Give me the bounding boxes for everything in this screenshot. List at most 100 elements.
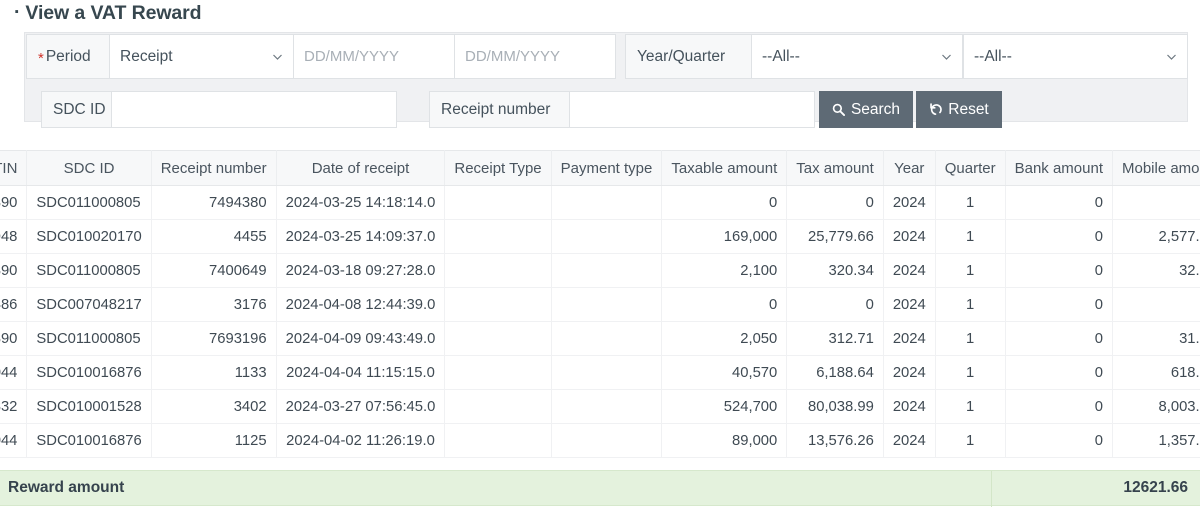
sdc-id-label: SDC ID xyxy=(41,91,112,128)
sdc-id-input[interactable] xyxy=(112,91,397,128)
cell-bank-amount: 0 xyxy=(1004,423,1113,458)
cell-receipt-type xyxy=(444,253,552,288)
cell-bank-amount: 0 xyxy=(1004,389,1113,424)
column-header-sdc-id[interactable]: SDC ID xyxy=(26,150,152,186)
cell-bank-amount: 0 xyxy=(1004,219,1113,254)
year-quarter-label-text: Year/Quarter xyxy=(637,47,726,65)
cell-receipt-number: 3402 xyxy=(150,389,277,424)
cell-mobile-amount xyxy=(1111,185,1200,220)
cell-bank-amount: 0 xyxy=(1004,355,1113,390)
cell-tin: 6044 xyxy=(0,423,28,458)
table-row[interactable]: 3948SDC01002017044552024-03-25 14:09:37.… xyxy=(0,219,1200,254)
period-type-select[interactable]: Receipt xyxy=(110,34,294,79)
reward-amount-value: 12621.66 xyxy=(1123,479,1188,496)
cell-taxable-amount: 40,570 xyxy=(661,355,788,390)
cell-taxable-amount: 169,000 xyxy=(661,219,788,254)
search-button[interactable]: Search xyxy=(819,91,913,128)
search-button-label: Search xyxy=(850,100,901,118)
cell-tax-amount: 312.71 xyxy=(786,321,884,356)
cell-tin: 7390 xyxy=(0,253,28,288)
table-row[interactable]: 9832SDC01000152834022024-03-27 07:56:45.… xyxy=(0,389,1200,424)
period-label: * Period xyxy=(26,34,110,79)
cell-taxable-amount: 524,700 xyxy=(661,389,788,424)
page-title-text: View a VAT Reward xyxy=(25,1,202,24)
cell-sdc-id: SDC007048217 xyxy=(26,287,152,322)
cell-taxable-amount: 2,100 xyxy=(661,253,788,288)
cell-sdc-id: SDC011000805 xyxy=(26,321,152,356)
reward-amount-label: Reward amount xyxy=(8,479,125,496)
column-header-tax-amount[interactable]: Tax amount xyxy=(786,150,884,186)
chevron-down-icon xyxy=(941,51,952,62)
receipt-number-input[interactable] xyxy=(570,91,815,128)
column-header-date-of-receipt[interactable]: Date of receipt xyxy=(275,150,446,186)
cell-quarter: 1 xyxy=(934,355,1006,390)
search-filter-panel: * Period Receipt Year/Quarter --All-- --… xyxy=(24,32,1188,128)
column-header-taxpayer-tin[interactable]: er TIN xyxy=(0,150,28,186)
reset-button-label: Reset xyxy=(948,100,989,118)
cell-date-of-receipt: 2024-04-04 11:15:15.0 xyxy=(275,355,446,390)
cell-tax-amount: 320.34 xyxy=(786,253,884,288)
cell-date-of-receipt: 2024-04-08 12:44:39.0 xyxy=(275,287,446,322)
cell-tax-amount: 25,779.66 xyxy=(786,219,884,254)
column-header-receipt-number[interactable]: Receipt number xyxy=(150,150,277,186)
cell-date-of-receipt: 2024-03-27 07:56:45.0 xyxy=(275,389,446,424)
cell-receipt-type xyxy=(444,321,552,356)
cell-tax-amount: 0 xyxy=(786,185,884,220)
cell-payment-type xyxy=(550,219,663,254)
cell-quarter: 1 xyxy=(934,287,1006,322)
cell-payment-type xyxy=(550,355,663,390)
cell-receipt-number: 7400649 xyxy=(150,253,277,288)
cell-date-of-receipt: 2024-03-25 14:18:14.0 xyxy=(275,185,446,220)
title-bullet-icon: · xyxy=(14,1,21,24)
column-header-year[interactable]: Year xyxy=(882,150,936,186)
cell-sdc-id: SDC010001528 xyxy=(26,389,152,424)
cell-receipt-number: 1133 xyxy=(150,355,277,390)
cell-year: 2024 xyxy=(882,389,936,424)
cell-mobile-amount: 618.8 xyxy=(1111,355,1200,390)
column-header-receipt-type[interactable]: Receipt Type xyxy=(444,150,552,186)
column-header-mobile-amount[interactable]: Mobile amou xyxy=(1111,150,1200,186)
table-row[interactable]: 7390SDC01100080576931962024-04-09 09:43:… xyxy=(0,321,1200,356)
reset-button[interactable]: Reset xyxy=(916,91,1002,128)
cell-receipt-type xyxy=(444,423,552,458)
cell-tin: 2486 xyxy=(0,287,28,322)
undo-arrow-icon xyxy=(929,103,943,116)
table-row[interactable]: 7390SDC01100080574943802024-03-25 14:18:… xyxy=(0,185,1200,220)
chevron-down-icon xyxy=(272,51,283,62)
cell-receipt-type xyxy=(444,185,552,220)
cell-taxable-amount: 0 xyxy=(661,185,788,220)
table-row[interactable]: 6044SDC01001687611332024-04-04 11:15:15.… xyxy=(0,355,1200,390)
table-row[interactable]: 7390SDC01100080574006492024-03-18 09:27:… xyxy=(0,253,1200,288)
receipt-number-label-text: Receipt number xyxy=(441,100,551,118)
column-header-taxable-amount[interactable]: Taxable amount xyxy=(661,150,788,186)
reward-amount-total-row: Reward amount 12621.66 xyxy=(0,470,1200,507)
date-from-input[interactable] xyxy=(294,34,455,79)
required-asterisk: * xyxy=(38,50,44,67)
cell-receipt-number: 7693196 xyxy=(150,321,277,356)
quarter-select[interactable]: --All-- xyxy=(963,34,1188,79)
year-select-value: --All-- xyxy=(762,47,800,65)
sdc-id-label-text: SDC ID xyxy=(53,100,106,118)
table-row[interactable]: 2486SDC00704821731762024-04-08 12:44:39.… xyxy=(0,287,1200,322)
table-header-row: er TIN SDC ID Receipt number Date of rec… xyxy=(0,150,1200,186)
date-to-input[interactable] xyxy=(455,34,616,79)
column-header-bank-amount[interactable]: Bank amount xyxy=(1004,150,1113,186)
cell-mobile-amount: 2,577.9 xyxy=(1111,219,1200,254)
cell-sdc-id: SDC010016876 xyxy=(26,355,152,390)
cell-payment-type xyxy=(550,253,663,288)
cell-date-of-receipt: 2024-03-18 09:27:28.0 xyxy=(275,253,446,288)
cell-taxable-amount: 89,000 xyxy=(661,423,788,458)
column-header-payment-type[interactable]: Payment type xyxy=(550,150,663,186)
cell-payment-type xyxy=(550,389,663,424)
cell-tax-amount: 13,576.26 xyxy=(786,423,884,458)
cell-mobile-amount: 32.0 xyxy=(1111,253,1200,288)
cell-bank-amount: 0 xyxy=(1004,321,1113,356)
year-select[interactable]: --All-- xyxy=(752,34,963,79)
cell-bank-amount: 0 xyxy=(1004,287,1113,322)
table-row[interactable]: 6044SDC01001687611252024-04-02 11:26:19.… xyxy=(0,423,1200,458)
column-header-quarter[interactable]: Quarter xyxy=(934,150,1006,186)
cell-sdc-id: SDC011000805 xyxy=(26,253,152,288)
cell-date-of-receipt: 2024-04-09 09:43:49.0 xyxy=(275,321,446,356)
cell-receipt-number: 7494380 xyxy=(150,185,277,220)
cell-sdc-id: SDC010020170 xyxy=(26,219,152,254)
